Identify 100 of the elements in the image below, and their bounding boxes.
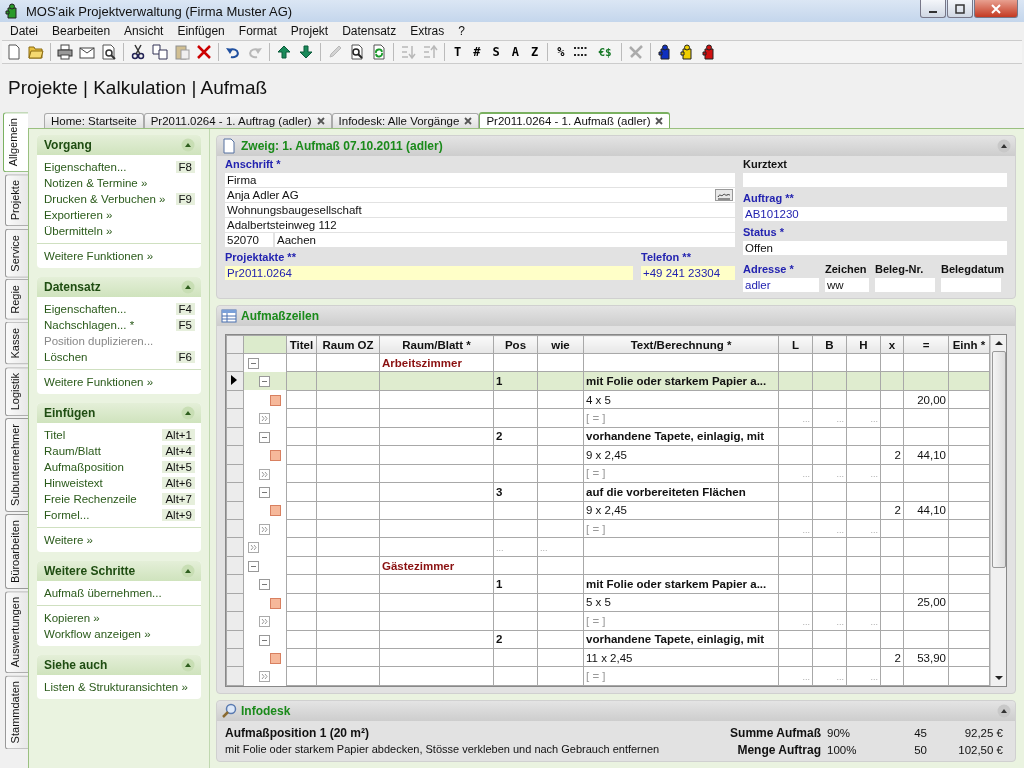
chevron-icon[interactable] (259, 413, 270, 425)
column-header[interactable]: B (812, 335, 847, 354)
menu-item[interactable]: Projekt (283, 24, 336, 38)
task-link[interactable]: Titel (44, 429, 66, 441)
expander-icon[interactable] (259, 376, 270, 388)
side-tab[interactable]: Kasse (5, 322, 28, 365)
expander-icon[interactable] (259, 431, 270, 443)
side-tab[interactable]: Büroarbeiten (5, 513, 28, 589)
toolbar-button[interactable]: % (554, 45, 568, 59)
task-link[interactable]: Formel... (44, 509, 90, 521)
side-tab[interactable]: Subunternehmer (5, 418, 28, 512)
menu-item[interactable]: Bearbeiten (45, 24, 118, 38)
delete-icon[interactable] (196, 44, 212, 60)
open-folder-icon[interactable] (28, 44, 44, 60)
new-document-icon[interactable] (6, 44, 22, 60)
side-tab[interactable]: Projekte (5, 174, 28, 227)
task-link[interactable]: Freie Rechenzeile (44, 493, 137, 505)
menu-item[interactable]: Datensatz (335, 24, 404, 38)
document-tab[interactable]: Home: Startseite (44, 113, 144, 128)
input-field[interactable] (941, 278, 1001, 292)
toolbar-button[interactable]: Z (527, 45, 542, 59)
column-header[interactable]: Text/Berechnung * (583, 335, 779, 354)
task-link[interactable]: Listen & Strukturansichten » (44, 681, 188, 693)
collapse-icon[interactable] (181, 280, 195, 294)
column-header[interactable]: = (903, 335, 949, 354)
input-field[interactable]: Pr2011.0264 (225, 266, 633, 280)
task-link[interactable]: Nachschlagen... * (44, 319, 135, 331)
refresh-icon[interactable] (371, 44, 387, 60)
chevron-icon[interactable] (259, 523, 270, 535)
side-tab[interactable]: Stammdaten (5, 675, 28, 750)
address-field[interactable]: Firma (225, 173, 735, 187)
task-link[interactable]: Drucken & Verbuchen » (44, 193, 166, 205)
column-header[interactable]: Raum OZ (316, 335, 380, 354)
city-field[interactable]: Aachen (275, 233, 735, 247)
task-link[interactable]: Aufmaßposition (44, 461, 124, 473)
toolbar-button[interactable]: T (451, 45, 465, 59)
scrollbar[interactable] (990, 335, 1006, 686)
toolbar-button[interactable]: A (508, 45, 522, 59)
toolbar-button[interactable]: # (470, 45, 484, 59)
print-preview-icon[interactable] (101, 44, 117, 60)
task-link[interactable]: Aufmaß übernehmen... (44, 587, 162, 599)
envelope-icon[interactable] (79, 44, 95, 60)
input-field[interactable]: +49 241 23304 (641, 266, 735, 280)
input-field[interactable]: ww (825, 278, 869, 292)
chevron-icon[interactable] (259, 468, 270, 480)
column-header[interactable]: L (778, 335, 813, 354)
column-header[interactable]: H (846, 335, 881, 354)
side-tab[interactable]: Regie (5, 279, 28, 321)
copy-icon[interactable] (152, 44, 168, 60)
chevron-icon[interactable] (259, 671, 270, 683)
expander-icon[interactable] (248, 358, 259, 370)
column-header[interactable]: Titel (286, 335, 317, 354)
scissors-icon[interactable] (130, 44, 146, 60)
column-header[interactable]: Pos (493, 335, 538, 354)
task-link[interactable]: Exportieren » (44, 209, 113, 221)
collapse-icon[interactable] (181, 564, 195, 578)
column-header[interactable]: wie (537, 335, 584, 354)
collapse-icon[interactable] (181, 406, 195, 420)
collapse-icon[interactable] (997, 139, 1011, 153)
document-tab[interactable]: Pr2011.0264 - 1. Aufmaß (adler) (479, 112, 671, 128)
minimize-button[interactable] (920, 0, 946, 18)
task-link[interactable]: Raum/Blatt (44, 445, 101, 457)
side-tab[interactable]: Logistik (5, 366, 28, 416)
task-link[interactable]: Kopieren » (44, 612, 100, 624)
menu-item[interactable]: ? (451, 24, 472, 38)
menu-item[interactable]: Einfügen (170, 24, 232, 38)
arrow-down-icon[interactable] (298, 44, 314, 60)
menu-item[interactable]: Ansicht (117, 24, 171, 38)
printer-icon[interactable] (57, 44, 73, 60)
document-tab[interactable]: Infodesk: Alle Vorgänge (331, 113, 480, 128)
toolbar-button[interactable]: S (489, 45, 503, 59)
chevron-icon[interactable] (259, 616, 270, 628)
menu-item[interactable]: Format (231, 24, 284, 38)
task-link[interactable]: Löschen (44, 351, 88, 363)
task-link[interactable]: Weitere » (44, 534, 93, 546)
puzzle-figure-icon[interactable] (700, 44, 717, 60)
zip-field[interactable]: 52070 (225, 233, 273, 247)
collapse-icon[interactable] (997, 704, 1011, 718)
maximize-button[interactable] (947, 0, 973, 18)
collapse-icon[interactable] (181, 658, 195, 672)
task-link[interactable]: Eigenschaften... (44, 161, 127, 173)
puzzle-figure-icon[interactable] (656, 44, 673, 60)
task-link[interactable]: Eigenschaften... (44, 303, 127, 315)
signature-icon[interactable] (715, 189, 733, 201)
input-field[interactable]: adler (743, 278, 819, 292)
task-link[interactable]: Workflow anzeigen » (44, 628, 151, 640)
expander-icon[interactable] (248, 560, 259, 572)
close-icon[interactable] (655, 117, 664, 125)
menu-item[interactable]: Extras (403, 24, 452, 38)
expander-icon[interactable] (259, 634, 270, 646)
menu-item[interactable]: Datei (3, 24, 45, 38)
collapse-icon[interactable] (181, 138, 195, 152)
toolbar-button[interactable]: €$ (595, 45, 615, 59)
task-link[interactable]: Übermitteln » (44, 225, 113, 237)
side-tab[interactable]: Service (5, 228, 28, 278)
address-field[interactable]: Anja Adler AG (225, 188, 735, 202)
close-icon[interactable] (464, 117, 473, 125)
input-field[interactable]: AB101230 (743, 207, 1007, 221)
column-header[interactable]: x (880, 335, 904, 354)
input-field[interactable] (875, 278, 935, 292)
